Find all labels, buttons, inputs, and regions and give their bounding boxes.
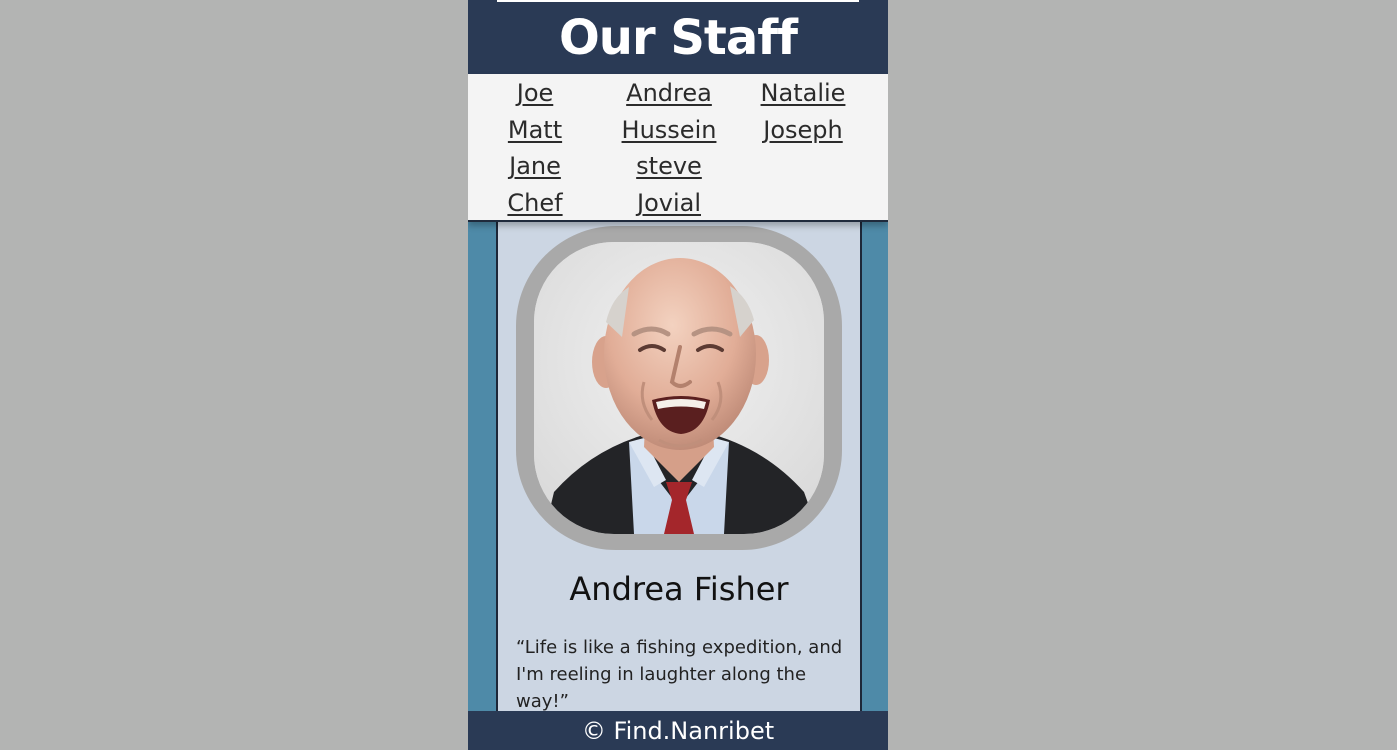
profile-photo [534,242,824,534]
profile-name: Andrea Fisher [569,570,789,608]
header-top-border [497,0,859,2]
profile-photo-frame [516,226,842,550]
mobile-viewport: Our Staff Joe Matt Jane Chef Andrea Huss… [468,0,888,750]
staff-link-andrea[interactable]: Andrea [626,75,712,112]
staff-link-matt[interactable]: Matt [508,112,562,149]
staff-link-jovial[interactable]: Jovial [637,185,701,222]
staff-link-jane[interactable]: Jane [509,148,561,185]
profile-quote: “Life is like a fishing expedition, and … [516,637,843,712]
staff-profile-card: Andrea Fisher “Life is like a fishing ex… [496,222,862,732]
staff-nav-column-1: Joe Matt Jane Chef [507,75,563,222]
staff-link-steve[interactable]: steve [636,148,702,185]
site-footer: © Find.Nanribet [468,711,888,750]
staff-link-hussein[interactable]: Hussein [622,112,717,149]
page-title: Our Staff [558,10,798,66]
footer-copyright: © Find.Nanribet [581,716,775,745]
staff-link-joe[interactable]: Joe [517,75,554,112]
staff-nav-column-3: Natalie Joseph [758,75,848,148]
staff-nav-column-2: Andrea Hussein steve Jovial [620,75,718,222]
site-header: Our Staff [468,0,888,74]
smiling-elderly-man-icon [534,242,824,534]
staff-link-joseph[interactable]: Joseph [763,112,842,149]
staff-link-natalie[interactable]: Natalie [761,75,846,112]
staff-link-chef[interactable]: Chef [507,185,562,222]
staff-nav: Joe Matt Jane Chef Andrea Hussein steve … [468,74,888,222]
